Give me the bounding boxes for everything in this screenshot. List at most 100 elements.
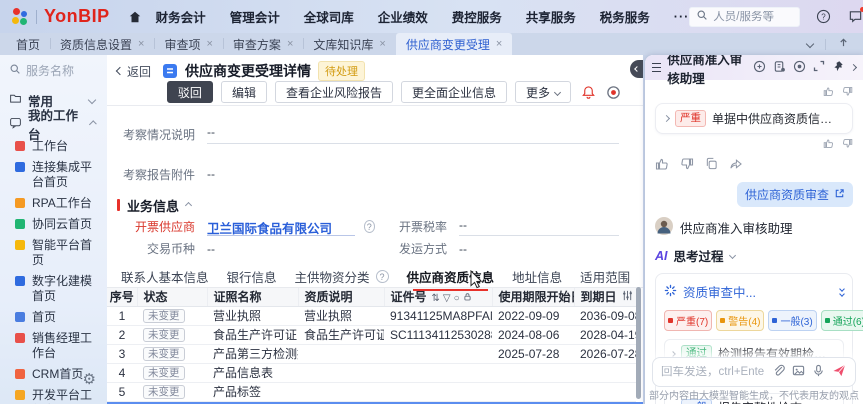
subtab-applicable-scope[interactable]: 适用范围: [580, 267, 630, 286]
close-icon[interactable]: ×: [206, 38, 212, 50]
back-button[interactable]: 返回: [115, 63, 151, 80]
vertical-scrollbar[interactable]: [636, 287, 641, 399]
normal-count-badge[interactable]: 一般(3): [768, 310, 817, 331]
section-business-info[interactable]: 业务信息: [107, 196, 643, 214]
subtab-supply-category[interactable]: 主供物资分类?: [295, 267, 389, 286]
subtab-address-info[interactable]: 地址信息: [512, 267, 562, 286]
warning-count-badge[interactable]: 警告(4): [716, 310, 765, 331]
menu-item-treasury[interactable]: 全球司库: [304, 7, 354, 26]
sidebar-item-collab-cloud[interactable]: 协同云首页: [9, 214, 107, 235]
menu-item-performance[interactable]: 企业绩效: [378, 7, 428, 26]
new-session-icon[interactable]: [753, 60, 766, 76]
subtab-bank-info[interactable]: 银行信息: [227, 267, 277, 286]
history-doc-icon[interactable]: [773, 60, 786, 76]
home-icon[interactable]: [128, 10, 142, 24]
reject-button[interactable]: 驳回: [166, 81, 213, 103]
help-icon[interactable]: ?: [816, 9, 831, 24]
survey-note-value[interactable]: --: [207, 125, 619, 144]
table-row[interactable]: 5 未变更 产品标签: [107, 382, 636, 402]
thumb-up-icon[interactable]: [823, 138, 834, 151]
table-row[interactable]: 4 未变更 产品信息表: [107, 363, 636, 383]
thumb-down-icon[interactable]: [680, 157, 694, 174]
sidebar-item-modeling-home[interactable]: 数字化建模首页: [9, 271, 107, 307]
menu-item-finance[interactable]: 财务会计: [156, 7, 206, 26]
tab-knowledge-base[interactable]: 文库知识库 ×: [303, 33, 395, 55]
pin-icon[interactable]: [832, 60, 844, 75]
ring-icon[interactable]: ○: [454, 293, 460, 304]
sidebar-item-home[interactable]: 首页: [9, 307, 107, 328]
chevron-down-icon[interactable]: [805, 39, 815, 49]
tab-supplier-change[interactable]: 供应商变更受理 ×: [395, 33, 513, 55]
company-info-button[interactable]: 更全面企业信息: [400, 81, 507, 103]
subtab-contacts[interactable]: 联系人基本信息: [121, 267, 209, 286]
table-row[interactable]: 3 未变更 产品第三方检测报告 2025-07-28 2026-07-28: [107, 344, 636, 364]
chat-input[interactable]: [661, 366, 765, 378]
lock-icon[interactable]: [463, 292, 472, 305]
message-icon[interactable]: [848, 7, 863, 24]
menu-item-expense[interactable]: 费控服务: [452, 7, 502, 26]
survey-report-value[interactable]: --: [207, 167, 215, 181]
risk-report-button[interactable]: 查看企业风险报告: [274, 81, 393, 103]
tab-review-plan[interactable]: 审查方案 ×: [222, 33, 303, 55]
mic-icon[interactable]: [812, 364, 825, 380]
close-icon[interactable]: ×: [496, 38, 502, 50]
alarm-bell-icon[interactable]: [581, 85, 596, 100]
thumb-up-icon[interactable]: [823, 86, 834, 99]
currency-value[interactable]: --: [207, 242, 215, 256]
invoice-supplier-link[interactable]: 卫兰国际食品有限公司: [207, 218, 355, 236]
edit-button[interactable]: 编辑: [220, 81, 267, 103]
sidebar-search[interactable]: [9, 63, 107, 78]
help-circle-icon[interactable]: ?: [363, 220, 375, 233]
sidebar-item-rpa[interactable]: RPA工作台: [9, 193, 107, 214]
help-circle-icon[interactable]: ?: [375, 270, 389, 283]
sidebar-search-input[interactable]: [26, 63, 96, 78]
sidebar-item-integration-home[interactable]: 连接集成平台首页: [9, 157, 107, 193]
thumb-down-icon[interactable]: [842, 138, 853, 151]
sidebar-item-ai-platform[interactable]: 智能平台首页: [9, 235, 107, 271]
tab-home[interactable]: 首页: [6, 33, 50, 55]
panel-collapse-handle[interactable]: [630, 60, 643, 78]
menu-more-icon[interactable]: ···: [674, 10, 690, 24]
ai-thinking-toggle[interactable]: AI 思考过程: [655, 246, 853, 265]
menu-item-mgmt-accounting[interactable]: 管理会计: [230, 7, 280, 26]
copy-icon[interactable]: [705, 157, 718, 174]
thumb-up-icon[interactable]: [655, 157, 669, 174]
collapse-up-icon[interactable]: [838, 37, 849, 51]
sort-icon[interactable]: ⇅: [432, 293, 440, 304]
more-button[interactable]: 更多: [514, 81, 571, 103]
tab-qualification-settings[interactable]: 资质信息设置 ×: [50, 33, 154, 55]
send-icon[interactable]: [832, 363, 847, 381]
qualification-review-button[interactable]: 供应商资质审查: [736, 182, 853, 207]
global-search[interactable]: [689, 6, 801, 27]
tab-review-item[interactable]: 审查项 ×: [154, 33, 222, 55]
shipping-value[interactable]: --: [459, 242, 467, 256]
table-row[interactable]: 2 未变更 食品生产许可证 食品生产许可证 SC11134112530288 2…: [107, 325, 636, 345]
severe-count-badge[interactable]: 严重(7): [664, 310, 713, 331]
double-chevron-down-icon[interactable]: [839, 286, 845, 297]
menu-item-shared-services[interactable]: 共享服务: [526, 7, 576, 26]
column-filter-icon[interactable]: [622, 290, 633, 304]
thumb-down-icon[interactable]: [842, 86, 853, 99]
sidebar-item-workbench[interactable]: 工作台: [9, 136, 107, 157]
target-icon[interactable]: [793, 60, 806, 76]
expand-icon[interactable]: [813, 60, 825, 75]
close-icon[interactable]: ×: [379, 38, 385, 50]
record-target-icon[interactable]: [606, 85, 621, 100]
filter-icon[interactable]: ▽: [443, 293, 451, 304]
close-icon[interactable]: ×: [287, 38, 293, 50]
chat-input-bar[interactable]: [652, 357, 856, 387]
gear-icon[interactable]: ⚙: [83, 370, 96, 388]
collapse-right-icon[interactable]: [849, 63, 858, 72]
menu-item-tax[interactable]: 税务服务: [600, 7, 650, 26]
share-icon[interactable]: [729, 157, 742, 174]
table-row[interactable]: 1 未变更 营业执照 营业执照 91341125MA8PFAM46B 2022-…: [107, 306, 636, 326]
menu-icon[interactable]: [652, 63, 662, 72]
global-search-input[interactable]: [713, 10, 794, 23]
alert-card[interactable]: 严重 单据中供应商资质信息与对应附...: [655, 103, 853, 134]
paperclip-icon[interactable]: [772, 364, 785, 380]
sidebar-group-workbench[interactable]: 我的工作台: [9, 109, 107, 142]
invoice-tax-value[interactable]: --: [459, 218, 619, 236]
pass-count-badge[interactable]: 通过(6): [820, 310, 863, 331]
sidebar-item-sales-manager[interactable]: 销售经理工作台: [9, 328, 107, 364]
image-icon[interactable]: [792, 364, 805, 380]
